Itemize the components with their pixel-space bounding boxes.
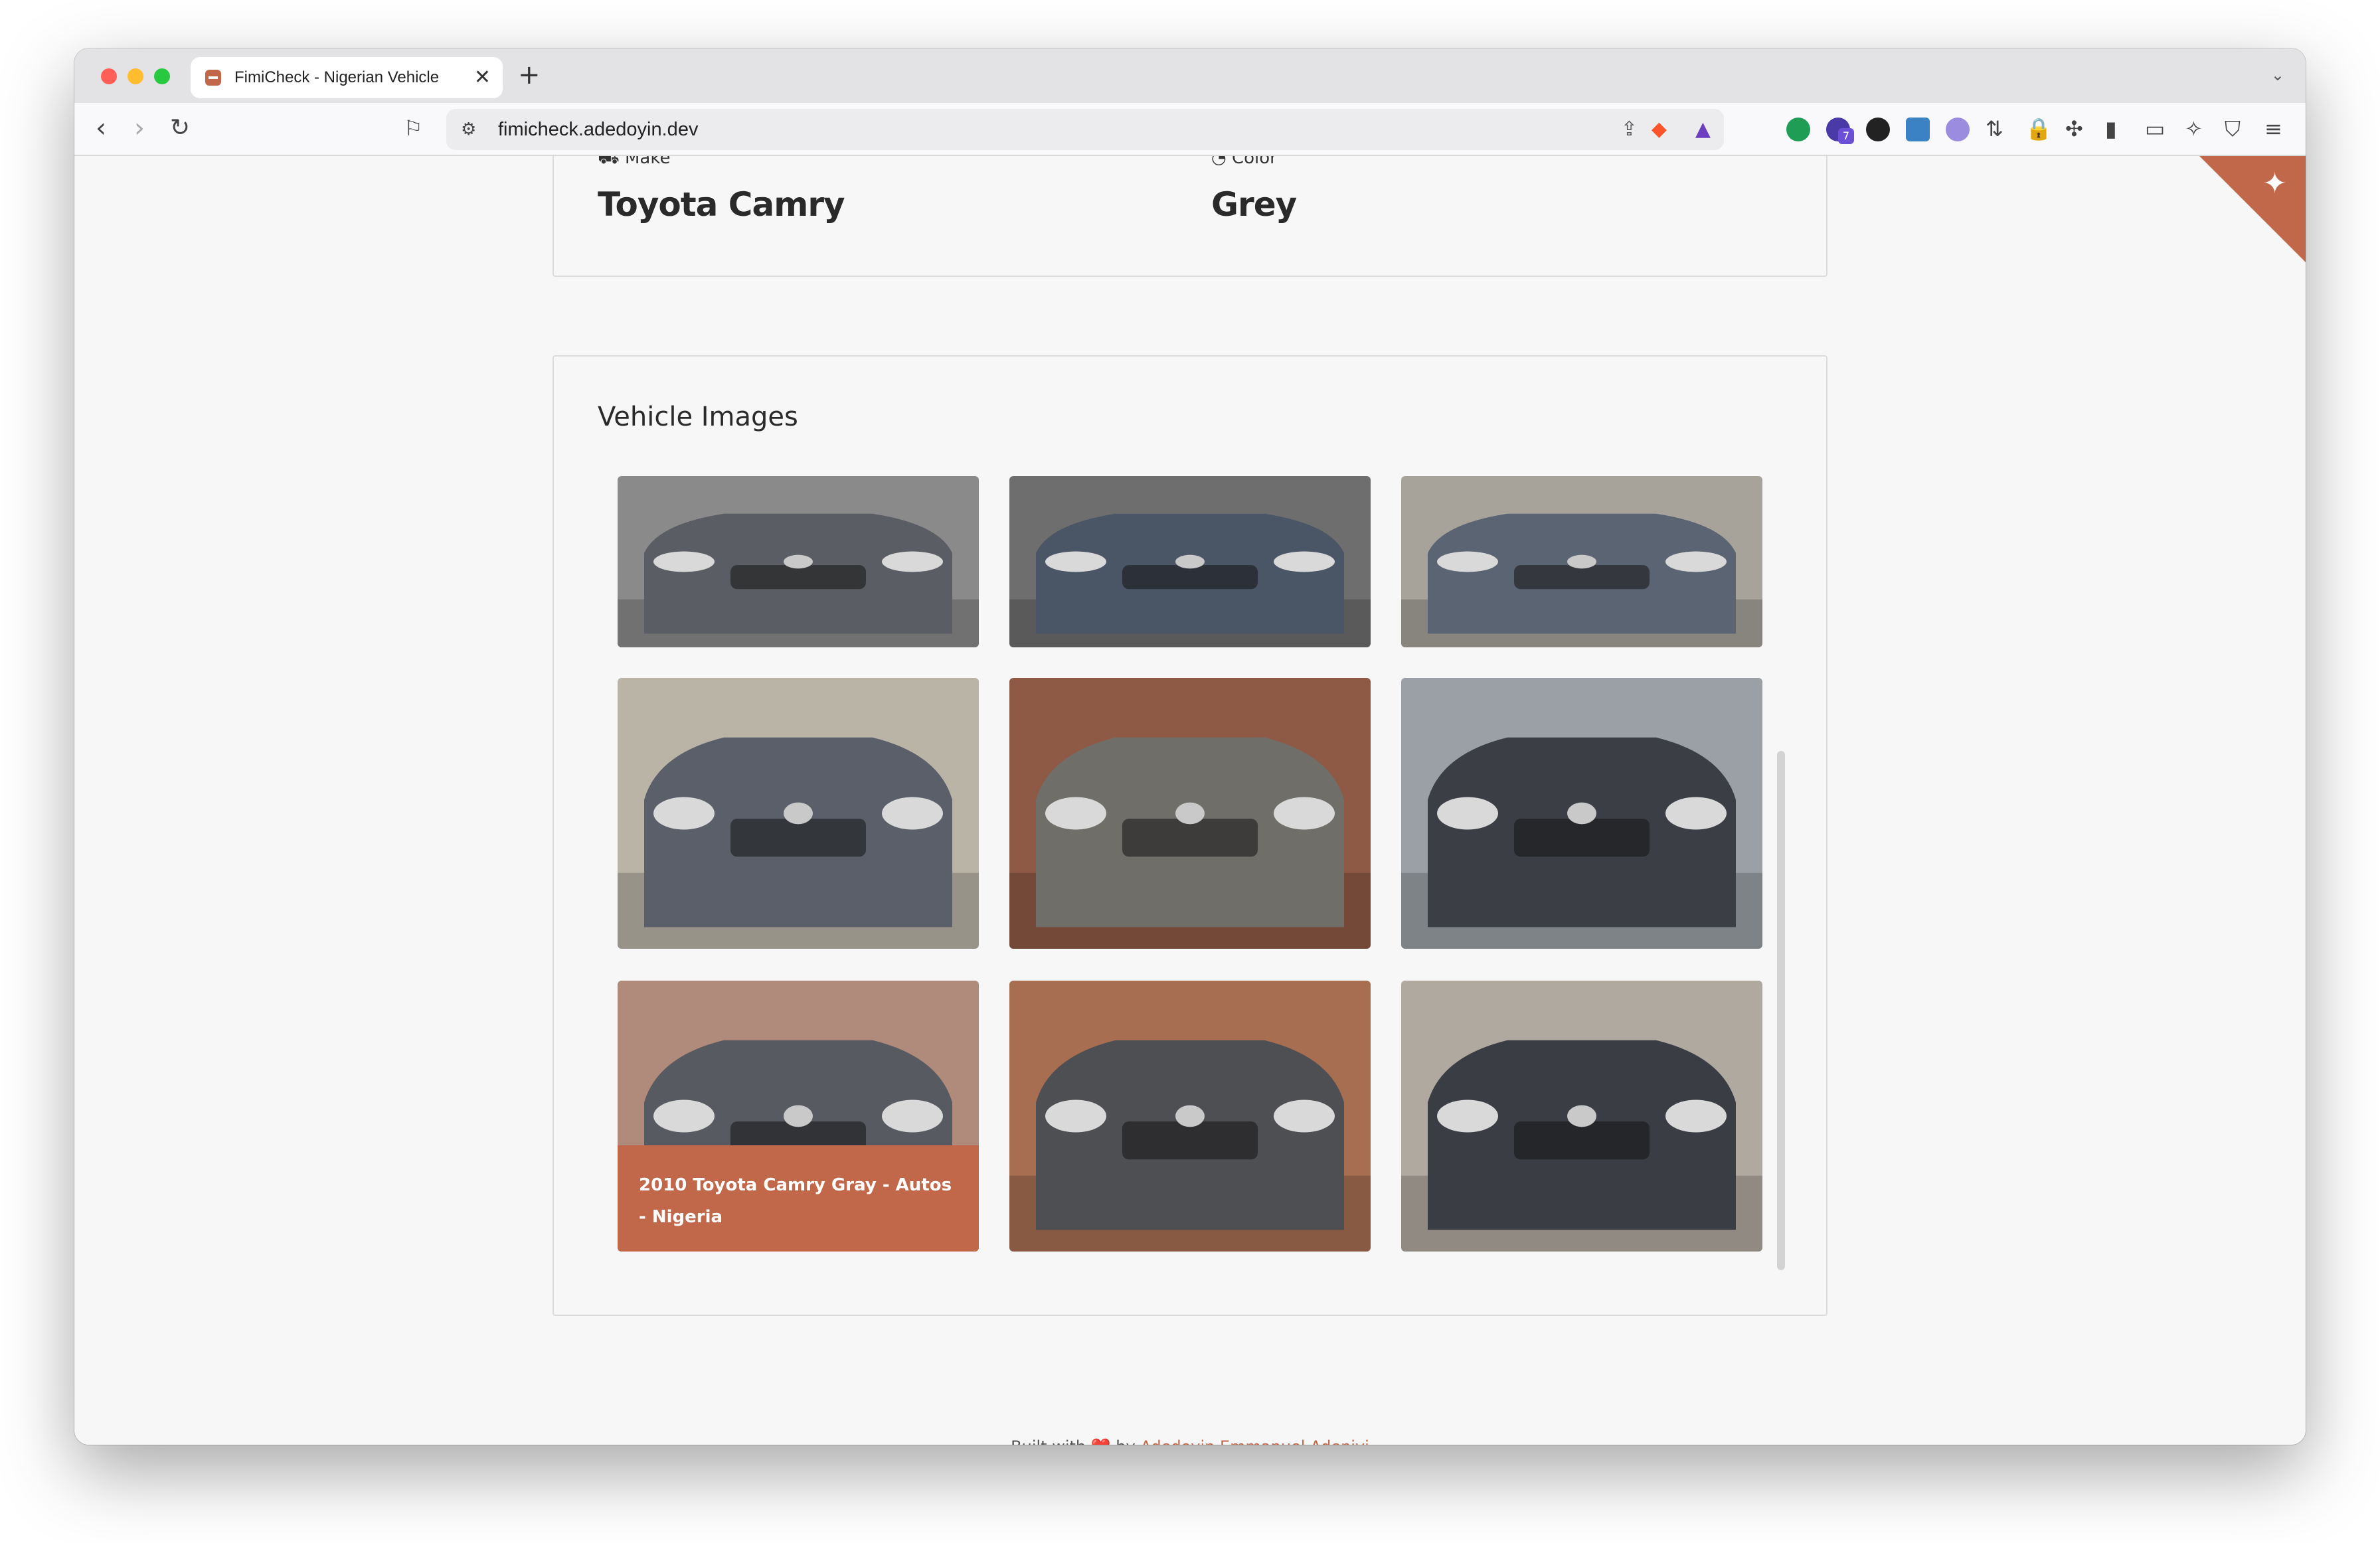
vehicle-image-7[interactable]: 2010 Toyota Camry Gray - Autos - Nigeria bbox=[618, 981, 979, 1252]
reload-button[interactable]: ↻ bbox=[170, 112, 190, 144]
site-settings-icon[interactable]: ⚙ bbox=[461, 120, 476, 139]
car-front-photo bbox=[1401, 1040, 1762, 1252]
close-tab-icon[interactable]: ✕ bbox=[474, 66, 491, 89]
make-label: ⛟ Make bbox=[598, 156, 670, 171]
tab-list-chevron-icon[interactable]: ⌄ bbox=[2271, 66, 2284, 84]
vehicle-image-1[interactable] bbox=[618, 476, 979, 647]
page-content: ⛟ Make Toyota Camry ◔ Color Grey Vehicle… bbox=[74, 156, 2306, 1445]
author-link[interactable]: Adedoyin Emmanuel Adeniyi bbox=[1140, 1437, 1369, 1445]
make-value: Toyota Camry bbox=[598, 185, 845, 224]
minimize-window-button[interactable] bbox=[128, 68, 143, 84]
browser-tab[interactable]: FimiCheck - Nigerian Vehicle ✕ bbox=[191, 57, 503, 98]
car-front-photo bbox=[1009, 513, 1371, 647]
tab-bar: FimiCheck - Nigerian Vehicle ✕ + ⌄ bbox=[74, 48, 2306, 103]
car-rear-photo bbox=[1401, 513, 1762, 647]
vehicle-image-4[interactable] bbox=[618, 678, 979, 949]
car-front-photo bbox=[1009, 737, 1371, 949]
github-corner[interactable] bbox=[2199, 156, 2306, 262]
github-octocat-icon[interactable]: ✦ bbox=[2262, 167, 2287, 201]
bookmark-icon[interactable]: ⚐ bbox=[404, 112, 423, 144]
wallet-icon[interactable]: ▭ bbox=[2145, 116, 2165, 141]
grammarly-icon[interactable] bbox=[1786, 118, 1810, 141]
ai-sparkle-icon[interactable]: ✧ bbox=[2185, 116, 2203, 141]
menu-icon[interactable]: ≡ bbox=[2264, 116, 2282, 141]
zoom-window-button[interactable] bbox=[154, 68, 170, 84]
footer-by: by bbox=[1116, 1437, 1135, 1445]
car-rear-photo bbox=[1401, 737, 1762, 949]
close-window-button[interactable] bbox=[101, 68, 117, 84]
dark-extension-icon[interactable] bbox=[1866, 118, 1890, 141]
favicon-icon bbox=[205, 70, 221, 86]
sidebar-icon[interactable]: ▮ bbox=[2105, 116, 2117, 141]
car-icon: ⛟ bbox=[598, 156, 620, 168]
sync-icon[interactable]: ⇅ bbox=[1986, 116, 2003, 141]
vehicle-images-card: Vehicle Images 2010 Toyota Camry Gray - … bbox=[552, 355, 1828, 1316]
car-side-photo bbox=[618, 737, 979, 949]
new-tab-button[interactable]: + bbox=[518, 60, 541, 90]
address-bar[interactable]: ⚙ fimicheck.adedoyin.dev ⇪ ◆ ▲ bbox=[446, 109, 1724, 150]
extension-badge-count: 7 bbox=[1838, 128, 1854, 144]
make-label-text: Make bbox=[624, 156, 671, 168]
color-label: ◔ Color bbox=[1211, 156, 1277, 168]
vehicle-image-6[interactable] bbox=[1401, 678, 1762, 949]
browser-window: FimiCheck - Nigerian Vehicle ✕ + ⌄ ‹ › ↻… bbox=[74, 48, 2306, 1445]
forward-button[interactable]: › bbox=[134, 112, 145, 144]
gallery-scrollbar[interactable] bbox=[1777, 751, 1785, 1270]
vpn-shield-icon[interactable]: ⛉ bbox=[2225, 116, 2241, 141]
color-label-text: Color bbox=[1231, 156, 1277, 168]
brave-shield-icon[interactable]: ◆ bbox=[1652, 118, 1667, 141]
share-icon[interactable]: ⇪ bbox=[1621, 118, 1638, 141]
palette-icon: ◔ bbox=[1211, 156, 1227, 168]
color-value: Grey bbox=[1211, 185, 1297, 224]
image-caption: 2010 Toyota Camry Gray - Autos - Nigeria bbox=[618, 1145, 979, 1252]
cloud-extension-icon[interactable] bbox=[1946, 118, 1970, 141]
extensions-puzzle-icon[interactable]: ✣ bbox=[2065, 116, 2083, 141]
brave-rewards-icon[interactable]: ▲ bbox=[1695, 118, 1711, 141]
footer: Built with ❤️ by Adedoyin Emmanuel Adeni… bbox=[74, 1437, 2306, 1445]
vehicle-image-2[interactable] bbox=[1009, 476, 1371, 647]
vehicle-image-3[interactable] bbox=[1401, 476, 1762, 647]
car-front-photo bbox=[618, 513, 979, 647]
browser-toolbar: ‹ › ↻ ⚐ ⚙ fimicheck.adedoyin.dev ⇪ ◆ ▲ 7… bbox=[74, 103, 2306, 156]
tab-title: FimiCheck - Nigerian Vehicle bbox=[234, 68, 440, 86]
heart-icon: ❤️ bbox=[1091, 1437, 1111, 1445]
vehicle-image-8[interactable] bbox=[1009, 981, 1371, 1252]
footer-prefix: Built with bbox=[1011, 1437, 1086, 1445]
url-text[interactable]: fimicheck.adedoyin.dev bbox=[498, 119, 698, 141]
translate-icon[interactable] bbox=[1906, 118, 1930, 141]
vehicle-info-card: ⛟ Make Toyota Camry ◔ Color Grey bbox=[552, 156, 1828, 277]
vehicle-image-5[interactable] bbox=[1009, 678, 1371, 949]
section-title: Vehicle Images bbox=[598, 402, 798, 432]
vehicle-image-9[interactable] bbox=[1401, 981, 1762, 1252]
lock-icon[interactable]: 🔒 bbox=[2025, 116, 2052, 141]
back-button[interactable]: ‹ bbox=[96, 112, 106, 144]
car-engine-photo bbox=[1009, 1040, 1371, 1252]
